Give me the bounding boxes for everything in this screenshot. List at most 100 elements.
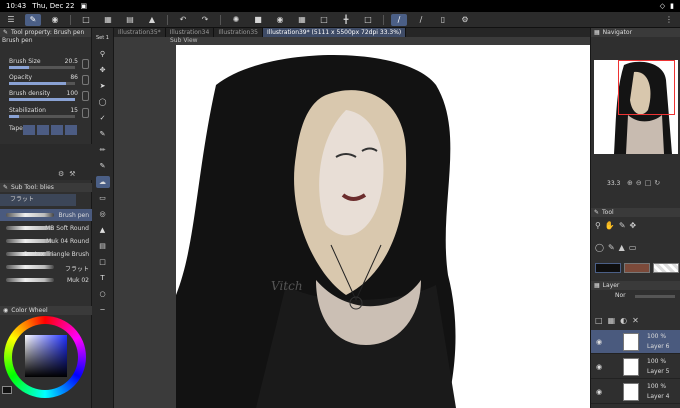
transform-icon[interactable]: ▦	[294, 14, 310, 26]
fill-tool-icon[interactable]: ▲	[96, 224, 110, 236]
fit-icon[interactable]: □	[645, 179, 652, 187]
stabilization-toggle[interactable]	[82, 108, 89, 118]
airbrush-icon[interactable]: ☁	[95, 176, 110, 188]
zoom-icon[interactable]: ⚲	[595, 221, 601, 230]
tab-document[interactable]: Illustration34	[166, 28, 215, 37]
taper-options[interactable]	[23, 125, 77, 135]
color-wheel[interactable]	[4, 316, 86, 398]
lasso-icon[interactable]: ◯	[595, 243, 604, 252]
taper-end[interactable]	[51, 125, 63, 135]
brush-item[interactable]: Muk 04 Round	[0, 235, 92, 247]
pencil-icon[interactable]: ✏	[96, 144, 110, 156]
bucket-icon[interactable]: ◉	[272, 14, 288, 26]
artboard[interactable]: Vitch	[176, 45, 590, 408]
deselect-icon[interactable]: ╋	[338, 14, 354, 26]
main-color-swatch[interactable]	[595, 263, 621, 273]
operation-icon[interactable]: ➤	[96, 80, 110, 92]
settings-icon[interactable]: ⚙	[457, 14, 473, 26]
ruler-icon[interactable]: ─	[96, 304, 110, 316]
undo-icon[interactable]: ↶	[175, 14, 191, 26]
taper-row[interactable]: Taper	[0, 125, 92, 137]
clear-icon[interactable]: ✺	[228, 14, 244, 26]
zoom-value[interactable]: 33.3	[607, 180, 620, 187]
ruler-snap-icon[interactable]: ∕	[391, 13, 407, 26]
redo-icon[interactable]: ↷	[197, 14, 213, 26]
brush-item[interactable]: フラット	[0, 261, 92, 273]
visibility-eye-icon[interactable]: ◉	[596, 338, 602, 346]
visibility-eye-icon[interactable]: ◉	[596, 363, 602, 371]
taper-mid[interactable]	[37, 125, 49, 135]
tool-select-icon[interactable]: ✎	[25, 13, 41, 26]
sub-tool-group[interactable]: フラット	[0, 194, 76, 206]
balloon-icon[interactable]: ○	[96, 288, 110, 300]
save-icon[interactable]: ▤	[122, 14, 138, 26]
stabilization-slider[interactable]	[9, 115, 75, 118]
visibility-eye-icon[interactable]: ◉	[596, 388, 602, 396]
delete-layer-icon[interactable]: ✕	[632, 316, 639, 325]
brush-item[interactable]: Muk 02	[0, 274, 92, 286]
folder-icon[interactable]: ▦	[608, 316, 616, 325]
blend-icon[interactable]: ◎	[96, 208, 110, 220]
eraser-icon[interactable]: ▭	[629, 243, 637, 252]
layer-row[interactable]: ◉ 100 % Layer 6	[591, 330, 680, 354]
taper-start[interactable]	[23, 125, 35, 135]
opacity-slider[interactable]	[9, 82, 75, 85]
navigator-view-frame[interactable]	[618, 60, 675, 115]
layer-opacity-slider[interactable]	[635, 295, 675, 298]
blend-mode-select[interactable]: Nor	[615, 292, 629, 299]
brush-size-pressure-toggle[interactable]	[82, 59, 89, 69]
brush-item[interactable]: Brush pen	[0, 209, 92, 221]
text-icon[interactable]: T	[96, 272, 110, 284]
navigator-preview[interactable]	[594, 60, 678, 154]
brush-item[interactable]: MB Soft Round	[0, 222, 92, 234]
eraser-icon[interactable]: ▭	[96, 192, 110, 204]
more-options-icon[interactable]: ⋮	[661, 14, 677, 26]
guide-snap-icon[interactable]: ∕	[413, 14, 429, 26]
mask-icon[interactable]: ◐	[620, 316, 627, 325]
tab-document-active[interactable]: Illustration39* (5111 x 5500px 72dpi 33.…	[262, 28, 407, 37]
canvas-area[interactable]: Vitch	[114, 37, 590, 408]
hand-icon[interactable]: ✋	[605, 221, 615, 230]
taper-extra[interactable]	[65, 125, 77, 135]
select-icon[interactable]: □	[360, 14, 376, 26]
opacity-pressure-toggle[interactable]	[82, 75, 89, 85]
brush-density-pressure-toggle[interactable]	[82, 91, 89, 101]
tab-document[interactable]: Illustration35*	[114, 28, 166, 37]
layer-row[interactable]: ◉ 100 % Layer 5	[591, 355, 680, 379]
brush-density-slider[interactable]	[9, 98, 75, 101]
move-icon[interactable]: ✥	[96, 64, 110, 76]
move-icon[interactable]: ✥	[630, 221, 637, 230]
brush-item[interactable]: Pentax Triangle Brush	[0, 248, 92, 260]
transparent-color-swatch[interactable]	[653, 263, 679, 273]
open-folder-icon[interactable]: ▦	[100, 14, 116, 26]
crop-icon[interactable]: □	[316, 14, 332, 26]
pen-icon[interactable]: ✎	[96, 128, 110, 140]
pen-icon[interactable]: ✎	[619, 221, 626, 230]
sub-color-swatch[interactable]	[624, 263, 650, 273]
zoom-in-icon[interactable]: ⊕	[627, 179, 633, 187]
tab-document[interactable]: Illustration35	[214, 28, 263, 37]
eye-icon[interactable]: ◉	[47, 14, 63, 26]
zoom-out-icon[interactable]: ⊖	[636, 179, 642, 187]
saturation-value-square[interactable]	[25, 335, 67, 377]
rotate-icon[interactable]: ↻	[654, 179, 660, 187]
wrench-icon[interactable]: ⚒	[69, 170, 75, 178]
layer-row[interactable]: ◉ 100 % Layer 4	[591, 380, 680, 404]
brush-size-slider[interactable]	[9, 66, 75, 69]
device-icon[interactable]: ▯	[435, 14, 451, 26]
gradient-icon[interactable]: ▤	[96, 240, 110, 252]
new-layer-icon[interactable]: □	[595, 316, 603, 325]
fill-icon[interactable]: ■	[250, 14, 266, 26]
fill-tool-icon[interactable]: ▲	[619, 243, 625, 252]
menu-icon[interactable]: ☰	[3, 14, 19, 26]
zoom-icon[interactable]: ⚲	[96, 48, 110, 60]
export-icon[interactable]: ▲	[144, 14, 160, 26]
main-color-chip[interactable]	[2, 386, 12, 394]
lasso-icon[interactable]: ◯	[96, 96, 110, 108]
settings-icon[interactable]: ⚙	[58, 170, 64, 178]
brush-tool-icon[interactable]: ✎	[608, 243, 615, 252]
brush-tool-icon[interactable]: ✎	[96, 160, 110, 172]
new-file-icon[interactable]: □	[78, 14, 94, 26]
eyedropper-icon[interactable]: ✓	[96, 112, 110, 124]
figure-icon[interactable]: □	[96, 256, 110, 268]
